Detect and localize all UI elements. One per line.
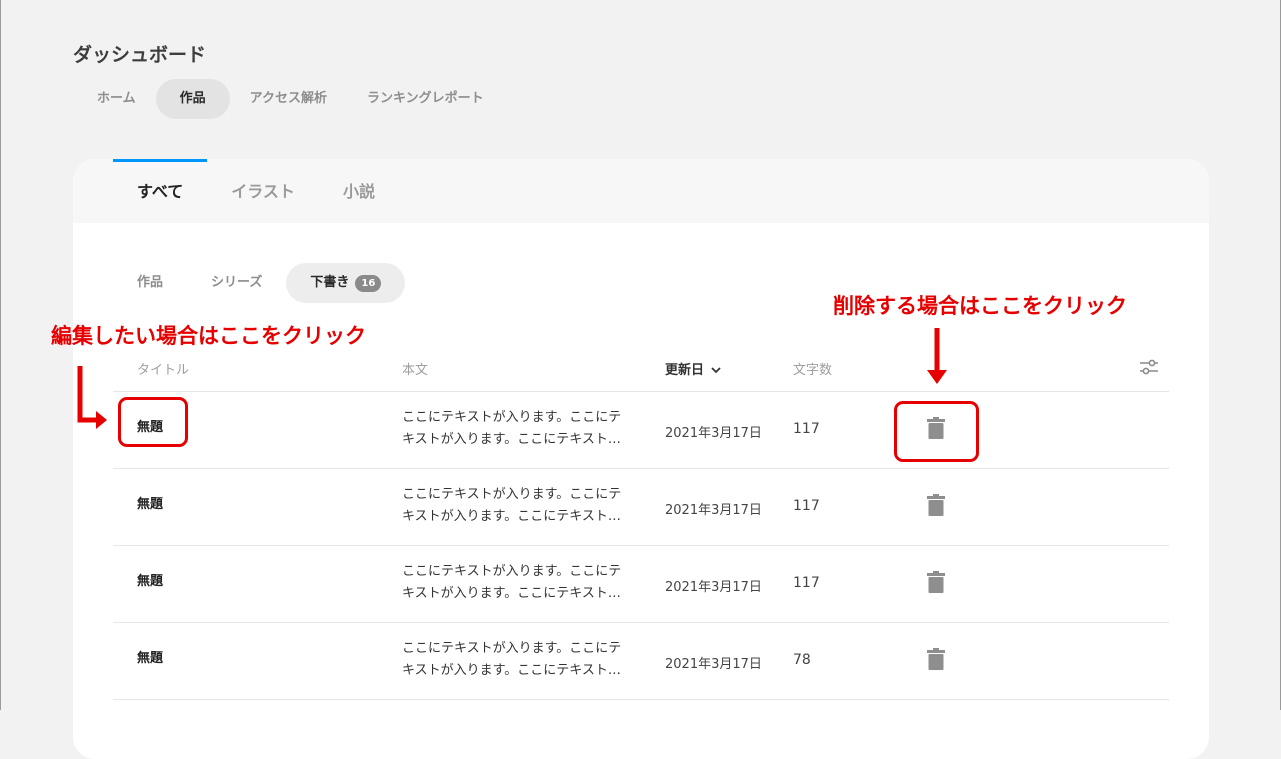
draft-count-badge: 16 [355,274,382,292]
subtab-series[interactable]: シリーズ [187,263,286,303]
row-body-line: キストが入ります。ここにテキスト… [402,663,621,678]
chevron-down-icon [710,367,721,374]
edit-highlight-box [118,397,188,447]
subtab-series-label: シリーズ [211,275,263,290]
category-tabs: すべて イラスト 小説 [113,159,399,223]
row-body-line: キストが入ります。ここにテキスト… [402,432,621,447]
category-header: すべて イラスト 小説 [73,159,1209,223]
row-title-link[interactable]: 無題 [137,570,163,589]
column-chars: 文字数 [793,363,833,378]
column-body: 本文 [402,363,429,378]
row-body: ここにテキストが入ります。ここにテ キストが入ります。ここにテキスト… [402,484,642,528]
row-body-line: ここにテキストが入ります。ここにテ [402,641,622,656]
row-updated: 2021年3月17日 [665,426,762,441]
row-body: ここにテキストが入ります。ここにテ キストが入ります。ここにテキスト… [402,638,642,682]
tab-all[interactable]: すべて [113,159,208,223]
tab-works[interactable]: 作品 [155,79,230,119]
edit-arrow-icon [77,366,107,429]
table-row: 無題 ここにテキストが入ります。ここにテ キストが入ります。ここにテキスト… 20… [113,546,1169,623]
trash-icon[interactable] [927,648,945,670]
table-header: タイトル 本文 更新日 文字数 [113,347,1169,392]
row-chars: 78 [793,652,811,668]
column-title: タイトル [137,363,190,378]
row-updated: 2021年3月17日 [665,503,762,518]
row-chars: 117 [793,421,820,437]
row-chars: 117 [793,498,820,514]
subtab-works-label: 作品 [137,275,164,290]
tab-access-analytics[interactable]: アクセス解析 [230,79,347,119]
row-body-line: キストが入ります。ここにテキスト… [402,586,621,601]
delete-annotation-label: 削除する場合はここをクリック [833,294,1127,318]
table-row: 無題 ここにテキストが入ります。ここにテ キストが入ります。ここにテキスト… 20… [113,469,1169,546]
column-updated-sort[interactable]: 更新日 [665,359,721,378]
main-tabs: ホーム 作品 アクセス解析 ランキングレポート [77,79,504,119]
page-border-left [0,0,1,710]
table-row: 無題 ここにテキストが入ります。ここにテ キストが入ります。ここにテキスト… 20… [113,623,1169,700]
tab-home[interactable]: ホーム [77,79,156,119]
row-title-link[interactable]: 無題 [137,493,163,512]
edit-annotation-label: 編集したい場合はここをクリック [51,324,366,348]
row-body-line: キストが入ります。ここにテキスト… [402,509,621,524]
tab-illustration[interactable]: イラスト [207,159,319,223]
tab-ranking-report[interactable]: ランキングレポート [347,79,504,119]
page-title: ダッシュボード [73,44,207,66]
row-updated: 2021年3月17日 [665,657,762,672]
delete-arrow-icon [927,328,947,384]
column-updated-label: 更新日 [665,363,705,378]
table-row: 無題 ここにテキストが入ります。ここにテ キストが入ります。ここにテキスト… 20… [113,392,1169,469]
row-body: ここにテキストが入ります。ここにテ キストが入ります。ここにテキスト… [402,561,642,605]
row-title-link[interactable]: 無題 [137,647,163,666]
delete-highlight-box [894,401,979,462]
sliders-icon[interactable] [1139,359,1159,375]
row-updated: 2021年3月17日 [665,580,762,595]
subtab-drafts-label: 下書き [310,275,350,290]
row-body-line: ここにテキストが入ります。ここにテ [402,410,622,425]
tab-novel[interactable]: 小説 [319,159,399,223]
row-chars: 117 [793,575,820,591]
row-body-line: ここにテキストが入ります。ここにテ [402,487,622,502]
trash-icon[interactable] [927,494,945,516]
row-body: ここにテキストが入ります。ここにテ キストが入ります。ここにテキスト… [402,407,642,451]
works-card: すべて イラスト 小説 作品 シリーズ 下書き 16 タイトル 本文 更新日 文… [73,159,1209,759]
trash-icon[interactable] [927,571,945,593]
row-body-line: ここにテキストが入ります。ここにテ [402,564,622,579]
sub-tabs: 作品 シリーズ 下書き 16 [113,263,406,303]
subtab-drafts[interactable]: 下書き 16 [286,263,406,303]
subtab-works[interactable]: 作品 [113,263,187,303]
